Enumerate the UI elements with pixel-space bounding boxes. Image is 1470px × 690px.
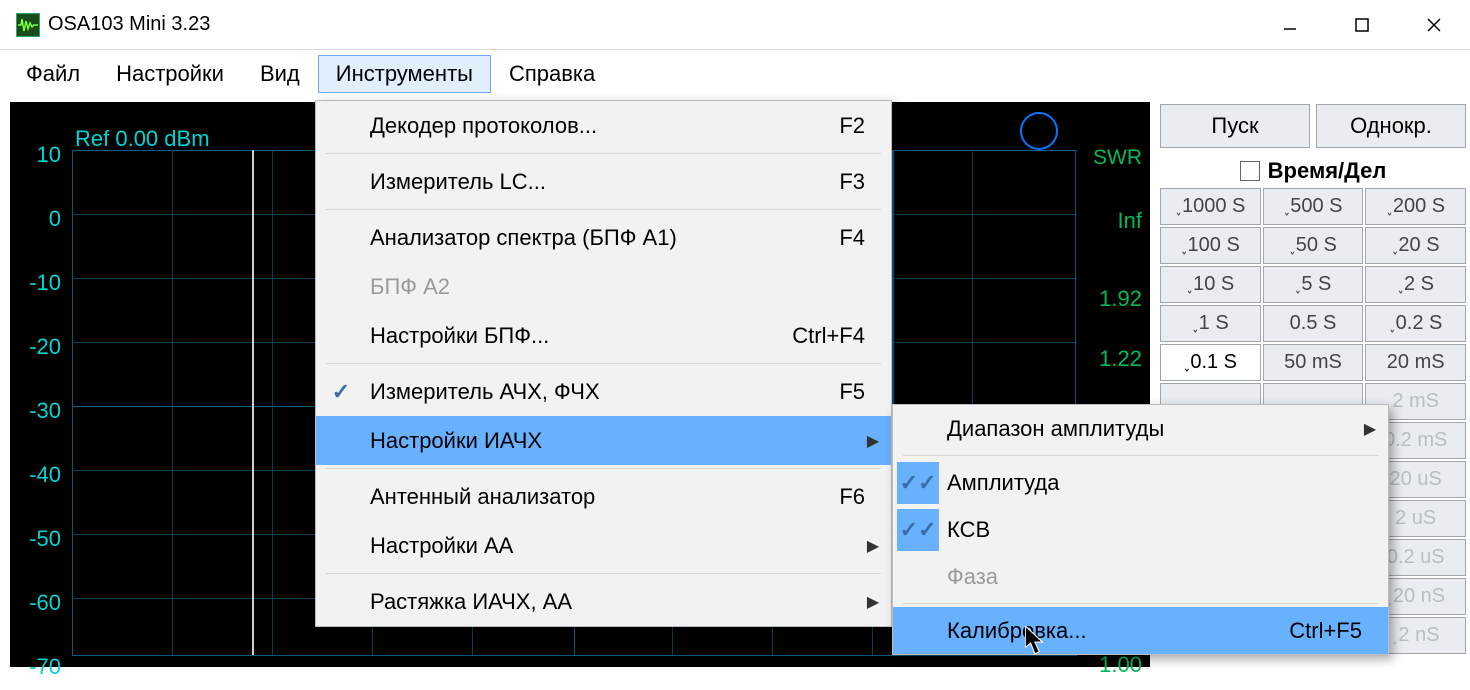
swr-value: 1.92 <box>1099 286 1142 312</box>
submenu-arrow-icon: ▶ <box>855 431 891 451</box>
menu-instruments[interactable]: Инструменты <box>318 55 491 93</box>
timediv-btn[interactable]: 0.5 S <box>1263 305 1364 342</box>
submenu-arrow-icon: ▶ <box>1352 419 1388 439</box>
iachx-submenu: Диапазон амплитуды▶ ✓Амплитуда ✓КСВ Фаза… <box>892 404 1389 655</box>
timediv-btn[interactable]: ˯200 S <box>1365 188 1466 225</box>
menu-settings[interactable]: Настройки <box>98 55 242 93</box>
y-tick: -20 <box>25 334 61 360</box>
menu-antenna-analyzer[interactable]: Антенный анализаторF6 <box>316 472 891 521</box>
menu-aa-settings[interactable]: Настройки АА▶ <box>316 521 891 570</box>
menu-afc-meter[interactable]: Измеритель АЧХ, ФЧХF5 <box>316 367 891 416</box>
swr-value: 1.00 <box>1099 652 1142 678</box>
submenu-vswr[interactable]: ✓КСВ <box>893 506 1388 553</box>
marker-circle <box>1020 112 1058 150</box>
timediv-btn[interactable]: ˯2 S <box>1365 266 1466 303</box>
timediv-btn[interactable]: ˯0.1 S <box>1160 344 1261 381</box>
timediv-btn[interactable]: 20 mS <box>1365 344 1466 381</box>
y-tick: -70 <box>25 654 61 680</box>
swr-value: 1.22 <box>1099 346 1142 372</box>
submenu-amp-range[interactable]: Диапазон амплитуды▶ <box>893 405 1388 452</box>
menu-fft-settings[interactable]: Настройки БПФ...Ctrl+F4 <box>316 311 891 360</box>
submenu-phase: Фаза <box>893 553 1388 600</box>
submenu-calibration[interactable]: Калибровка...Ctrl+F5 <box>893 607 1388 654</box>
menu-stretch[interactable]: Растяжка ИАЧХ, АА▶ <box>316 577 891 626</box>
window-title: OSA103 Mini 3.23 <box>48 13 210 36</box>
single-button[interactable]: Однокр. <box>1316 104 1466 148</box>
ref-level-label: Ref 0.00 dBm <box>75 126 210 152</box>
timediv-btn[interactable]: ˯1000 S <box>1160 188 1261 225</box>
menu-lc[interactable]: Измеритель LC...F3 <box>316 157 891 206</box>
y-tick: -40 <box>25 462 61 488</box>
instruments-dropdown: Декодер протоколов...F2 Измеритель LC...… <box>315 100 892 627</box>
menu-decoder[interactable]: Декодер протоколов...F2 <box>316 101 891 150</box>
y-tick: -10 <box>25 270 61 296</box>
timediv-btn[interactable]: 50 mS <box>1263 344 1364 381</box>
submenu-arrow-icon: ▶ <box>855 536 891 556</box>
swr-value: Inf <box>1118 208 1142 234</box>
timediv-btn[interactable]: ˯20 S <box>1365 227 1466 264</box>
submenu-arrow-icon: ▶ <box>855 592 891 612</box>
timediv-checkbox[interactable] <box>1240 161 1260 181</box>
timediv-btn[interactable]: ˯5 S <box>1263 266 1364 303</box>
timediv-label: Время/Дел <box>1268 158 1387 184</box>
submenu-amplitude[interactable]: ✓Амплитуда <box>893 459 1388 506</box>
timediv-btn[interactable]: ˯50 S <box>1263 227 1364 264</box>
start-button[interactable]: Пуск <box>1160 104 1310 148</box>
timediv-btn[interactable]: ˯0.2 S <box>1365 305 1466 342</box>
app-icon <box>16 13 40 37</box>
maximize-button[interactable] <box>1326 0 1398 50</box>
y-tick: -30 <box>25 398 61 424</box>
swr-label: SWR <box>1093 146 1142 170</box>
timediv-btn[interactable]: ˯500 S <box>1263 188 1364 225</box>
timediv-btn[interactable]: ˯10 S <box>1160 266 1261 303</box>
minimize-button[interactable] <box>1254 0 1326 50</box>
menu-iachx-settings[interactable]: Настройки ИАЧХ▶ <box>316 416 891 465</box>
menu-file[interactable]: Файл <box>6 55 98 93</box>
y-tick: -50 <box>25 526 61 552</box>
menu-view[interactable]: Вид <box>242 55 318 93</box>
y-tick: 0 <box>25 206 61 232</box>
timediv-btn[interactable]: ˯1 S <box>1160 305 1261 342</box>
timediv-btn[interactable]: ˯100 S <box>1160 227 1261 264</box>
menu-spectrum-analyzer[interactable]: Анализатор спектра (БПФ A1)F4 <box>316 213 891 262</box>
menu-fft-a2: БПФ A2 <box>316 262 891 311</box>
close-button[interactable] <box>1398 0 1470 50</box>
y-tick: 10 <box>25 142 61 168</box>
y-tick: -60 <box>25 590 61 616</box>
menu-help[interactable]: Справка <box>491 55 613 93</box>
